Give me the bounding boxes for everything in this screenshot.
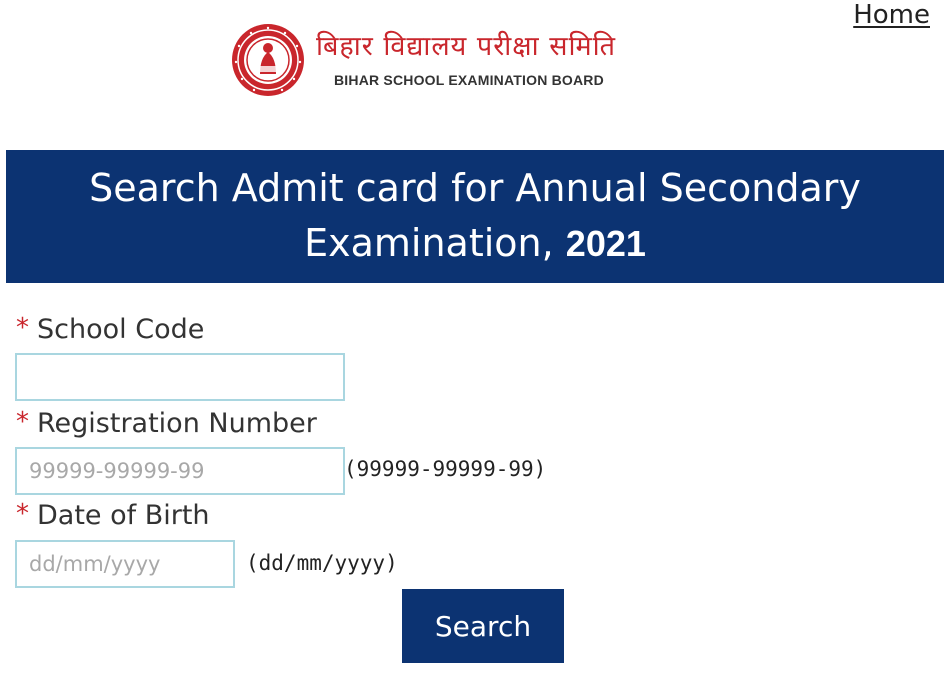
registration-number-input[interactable] — [15, 447, 345, 495]
date-of-birth-format-hint: (dd/mm/yyyy) — [246, 551, 398, 575]
registration-number-label-text: Registration Number — [37, 408, 317, 439]
board-logo-header: बिहार विद्यालय परीक्षा समिति BIHAR SCHOO… — [230, 22, 650, 102]
search-button[interactable]: Search — [402, 589, 564, 663]
page-title-line2-text: Examination, — [304, 221, 554, 265]
registration-number-label: * Registration Number — [16, 407, 317, 439]
org-name-english: BIHAR SCHOOL EXAMINATION BOARD — [334, 72, 604, 88]
required-marker: * — [16, 407, 29, 437]
page-title-line2: Examination, 2021 — [6, 214, 944, 273]
admit-card-search-page: Home बिहार विद्यालय परीक्षा समिति BIHAR … — [0, 0, 952, 674]
date-of-birth-input[interactable] — [15, 540, 235, 588]
registration-number-format-hint: (99999-99999-99) — [344, 457, 547, 481]
page-title-banner: Search Admit card for Annual Secondary E… — [6, 150, 944, 283]
org-name-hindi: बिहार विद्यालय परीक्षा समिति — [316, 31, 617, 62]
date-of-birth-label: * Date of Birth — [16, 499, 210, 531]
bseb-seal-icon — [232, 24, 304, 96]
school-code-input[interactable] — [15, 353, 345, 401]
required-marker: * — [16, 499, 29, 529]
date-of-birth-label-text: Date of Birth — [37, 500, 210, 531]
page-title-line1: Search Admit card for Annual Secondary — [89, 166, 861, 210]
required-marker: * — [16, 313, 29, 343]
home-link[interactable]: Home — [853, 0, 930, 30]
school-code-label: * School Code — [16, 313, 205, 345]
school-code-label-text: School Code — [37, 314, 205, 345]
page-title-year: 2021 — [565, 223, 646, 264]
